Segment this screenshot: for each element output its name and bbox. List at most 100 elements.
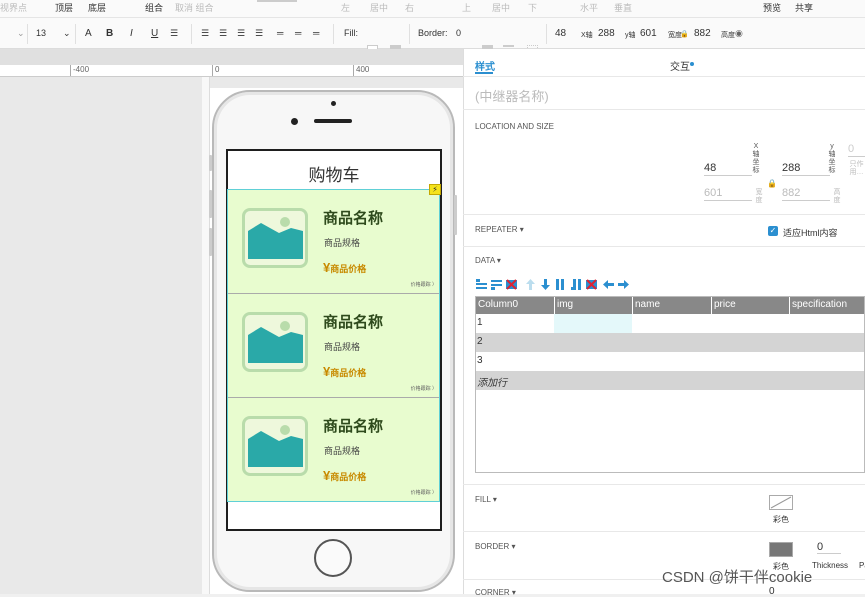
y-position-input[interactable]: 288 [598,28,615,39]
corner-section-title[interactable]: CORNER ▾ [475,588,516,597]
height-input[interactable]: 882 [694,28,711,39]
bold-icon[interactable]: B [106,28,113,39]
column-header[interactable]: Column0 [478,299,518,310]
x-label: X轴 [581,32,593,39]
text-valign-bottom-icon[interactable]: ═ [313,28,319,38]
font-size-input[interactable]: 13 [36,28,46,38]
insert-column-left-icon[interactable] [555,279,566,290]
distribute-vertical-button[interactable]: 垂直 [614,1,632,14]
bullet-list-icon[interactable]: ☰ [170,28,178,39]
data-section-title[interactable]: DATA ▾ [475,256,501,265]
toolbar-separator [409,24,410,44]
table-cell[interactable]: 2 [477,336,483,347]
active-tab-indicator [475,72,493,74]
height-input[interactable]: 882 [782,187,830,201]
table-cell[interactable]: 3 [477,355,483,366]
font-family-dropdown-arrow-icon[interactable]: ⌄ [17,28,25,39]
border-width-input[interactable]: 0 [456,28,461,38]
delete-column-icon[interactable] [586,279,597,290]
add-row-row[interactable]: 添加行 [476,371,864,390]
repeater-data-grid[interactable]: Column0 img name price specification 1 2… [475,296,865,473]
repeater-selection-outline[interactable] [227,189,440,502]
font-size-dropdown-icon[interactable]: ⌄ [63,28,71,39]
lock-ratio-icon[interactable]: 🔒 [767,179,777,188]
repeater-name-input[interactable]: (中继器名称) [475,86,549,105]
move-right-icon[interactable] [618,279,629,290]
table-row[interactable]: 2 [476,333,864,352]
insert-row-below-icon[interactable] [491,279,502,290]
fill-label: Fill: [344,28,358,38]
align-middle-button[interactable]: 居中 [492,1,510,14]
tab-style[interactable]: 样式 [475,58,495,73]
table-row[interactable]: 1 [476,314,864,333]
border-color-swatch[interactable] [769,542,793,557]
fit-html-checkbox[interactable]: ✓ [768,226,778,236]
column-header[interactable]: specification [792,299,847,310]
text-align-center-icon[interactable]: ☰ [219,28,227,39]
visibility-eye-icon[interactable]: ◉ [735,28,743,39]
preview-button[interactable]: 预览 [763,1,781,14]
align-center-button[interactable]: 居中 [370,1,388,14]
x-axis-label: X 轴 坐 标 [752,143,760,174]
text-valign-middle-icon[interactable]: ═ [295,28,301,38]
toolbar-separator [75,24,76,44]
repeater-section-title[interactable]: REPEATER ▾ [475,225,524,234]
column-header[interactable]: name [635,299,660,310]
group-button[interactable]: 组合 [145,1,163,14]
bring-to-top-button[interactable]: 顶层 [55,1,73,14]
border-section-title[interactable]: BORDER ▾ [475,542,515,551]
lock-ratio-icon[interactable]: 🔒 [680,30,689,38]
italic-icon[interactable]: I [130,28,133,39]
move-left-icon[interactable] [603,279,614,290]
ruler-header-bar [0,49,463,65]
insert-row-above-icon[interactable] [476,279,487,290]
send-to-bottom-button[interactable]: 底层 [88,1,106,14]
repeater-flash-icon[interactable]: ⚡ [429,184,441,195]
width-input[interactable]: 601 [640,28,657,39]
move-up-icon[interactable] [525,279,536,290]
thickness-label: Thickness [812,561,849,570]
align-right-button[interactable]: 右 [405,1,414,14]
toolbar-divider [257,0,297,2]
distribute-horizontal-button[interactable]: 水平 [580,1,598,14]
column-header[interactable]: img [557,299,573,310]
move-down-icon[interactable] [540,279,551,290]
fill-color-swatch[interactable] [769,495,793,510]
fill-section-title[interactable]: FILL ▾ [475,495,497,504]
only-visible-label: 只作用… [849,161,864,176]
align-top-button[interactable]: 上 [462,1,471,14]
tab-interaction[interactable]: 交互 [670,58,690,73]
text-align-left-icon[interactable]: ☰ [201,28,209,39]
y-coordinate-input[interactable]: 288 [782,162,830,176]
text-align-right-icon[interactable]: ☰ [237,28,245,39]
table-cell[interactable]: 1 [477,317,483,328]
align-left-button[interactable]: 左 [341,1,350,14]
phone-volume-up [209,190,212,218]
corner-radius-input[interactable]: 0 [769,586,775,597]
selected-cell[interactable] [554,314,632,333]
toolbar-separator [27,24,28,44]
grid-header-row: Column0 img name price specification [476,297,864,314]
add-row-button[interactable]: 添加行 [477,374,507,389]
border-label: Border: [418,28,448,38]
text-valign-top-icon[interactable]: ═ [277,28,283,38]
font-color-icon[interactable]: A [85,28,92,39]
align-bottom-button[interactable]: 下 [528,1,537,14]
border-thickness-input[interactable]: 0 [817,541,841,554]
delete-row-icon[interactable] [506,279,517,290]
column-divider [554,297,555,314]
divider [463,531,865,532]
toolbar-item-truncated[interactable]: 视界点 [0,1,27,14]
underline-icon[interactable]: U [151,28,158,39]
phone-camera-icon [291,118,298,125]
text-justify-icon[interactable]: ☰ [255,28,263,39]
table-row[interactable]: 3 [476,352,864,371]
z-index-input[interactable]: 0 [848,143,865,157]
x-coordinate-input[interactable]: 48 [704,162,752,176]
width-input[interactable]: 601 [704,187,752,201]
column-header[interactable]: price [714,299,736,310]
insert-column-right-icon[interactable] [571,279,582,290]
x-position-input[interactable]: 48 [555,28,566,39]
ungroup-button[interactable]: 取消 组合 [175,1,214,14]
share-button[interactable]: 共享 [795,1,813,14]
